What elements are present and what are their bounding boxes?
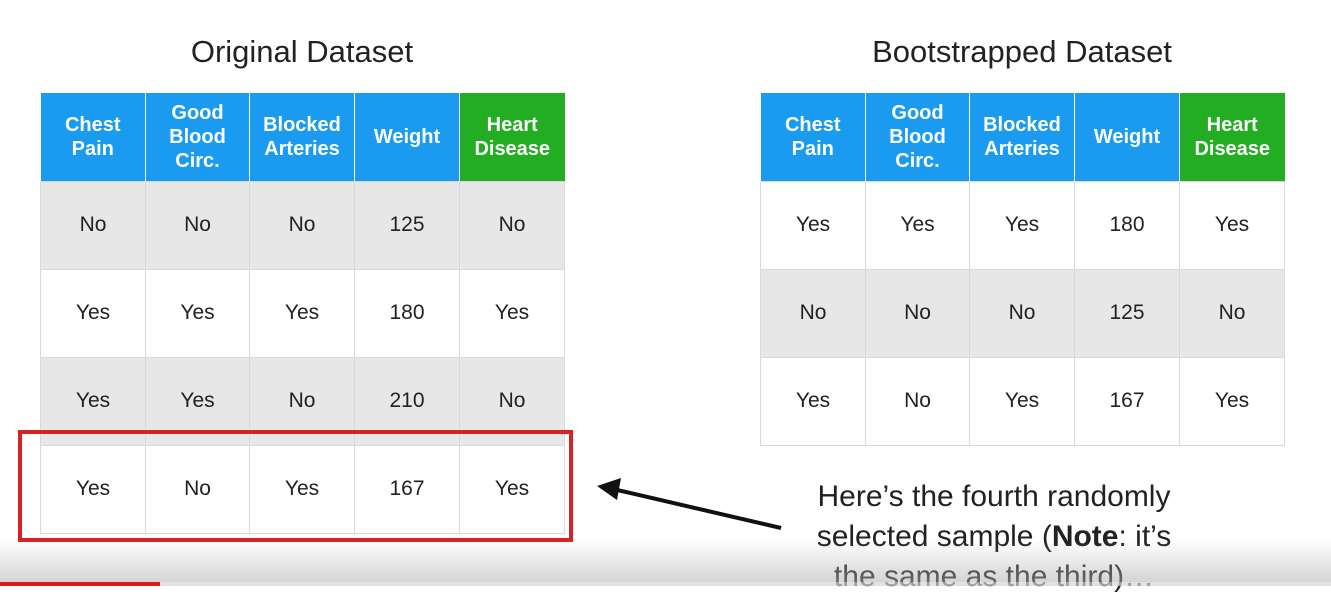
table-cell: No — [760, 268, 866, 358]
table-cell: Yes — [1179, 356, 1285, 446]
bootstrapped-dataset-title: Bootstrapped Dataset — [872, 34, 1172, 69]
table-cell: Yes — [865, 180, 970, 270]
table-cell: No — [145, 180, 250, 270]
table-cell: No — [865, 268, 970, 358]
table-cell: No — [40, 180, 146, 270]
header-good-blood-circ: Good Blood Circ. — [865, 93, 970, 181]
header-row: Chest Pain Good Blood Circ. Blocked Arte… — [760, 93, 1285, 181]
header-good-blood-circ: Good Blood Circ. — [145, 93, 250, 181]
header-heart-disease: Heart Disease — [459, 93, 565, 181]
note-label: Note — [1051, 520, 1119, 553]
table-cell: Yes — [969, 356, 1075, 446]
annotation-text: Here’s the fourth randomly selected samp… — [778, 477, 1210, 597]
bootstrapped-dataset-table: Chest Pain Good Blood Circ. Blocked Arte… — [760, 93, 1285, 446]
header-chest-pain: Chest Pain — [760, 93, 866, 181]
table-cell: No — [249, 180, 355, 270]
video-progress-fill — [0, 582, 160, 586]
header-heart-disease: Heart Disease — [1179, 93, 1285, 181]
header-weight: Weight — [354, 93, 460, 181]
table-cell: No — [459, 180, 565, 270]
original-dataset-title: Original Dataset — [190, 34, 414, 69]
table-row: Yes No Yes 167 Yes — [760, 356, 1285, 446]
left-arrow-icon — [597, 478, 782, 530]
annotation-line-3: the same as the third)… — [833, 560, 1155, 593]
table-cell: 180 — [1074, 180, 1180, 270]
table-cell: 125 — [1074, 268, 1180, 358]
table-cell: 180 — [354, 268, 460, 358]
video-progress-bar[interactable] — [0, 582, 1331, 586]
table-cell: Yes — [249, 268, 355, 358]
table-cell: Yes — [969, 180, 1075, 270]
header-blocked-arteries: Blocked Arteries — [249, 93, 355, 181]
table-cell: Yes — [145, 268, 250, 358]
table-row: No No No 125 No — [760, 268, 1285, 358]
selected-sample-highlight — [18, 430, 573, 542]
table-cell: Yes — [40, 268, 146, 358]
table-cell: Yes — [760, 180, 866, 270]
table-cell: Yes — [760, 356, 866, 446]
header-chest-pain: Chest Pain — [40, 93, 146, 181]
table-cell: No — [1179, 268, 1285, 358]
table-cell: 167 — [1074, 356, 1180, 446]
header-blocked-arteries: Blocked Arteries — [969, 93, 1075, 181]
table-cell: No — [969, 268, 1075, 358]
annotation-line-2: selected sample (Note: it’s — [816, 520, 1172, 553]
table-cell: Yes — [1179, 180, 1285, 270]
table-cell: 125 — [354, 180, 460, 270]
annotation-line-1: Here’s the fourth randomly — [817, 480, 1171, 513]
table-cell: Yes — [459, 268, 565, 358]
table-row: Yes Yes Yes 180 Yes — [40, 268, 565, 358]
table-row: No No No 125 No — [40, 180, 565, 270]
header-row: Chest Pain Good Blood Circ. Blocked Arte… — [40, 93, 565, 181]
table-row: Yes Yes Yes 180 Yes — [760, 180, 1285, 270]
header-weight: Weight — [1074, 93, 1180, 181]
table-cell: No — [865, 356, 970, 446]
